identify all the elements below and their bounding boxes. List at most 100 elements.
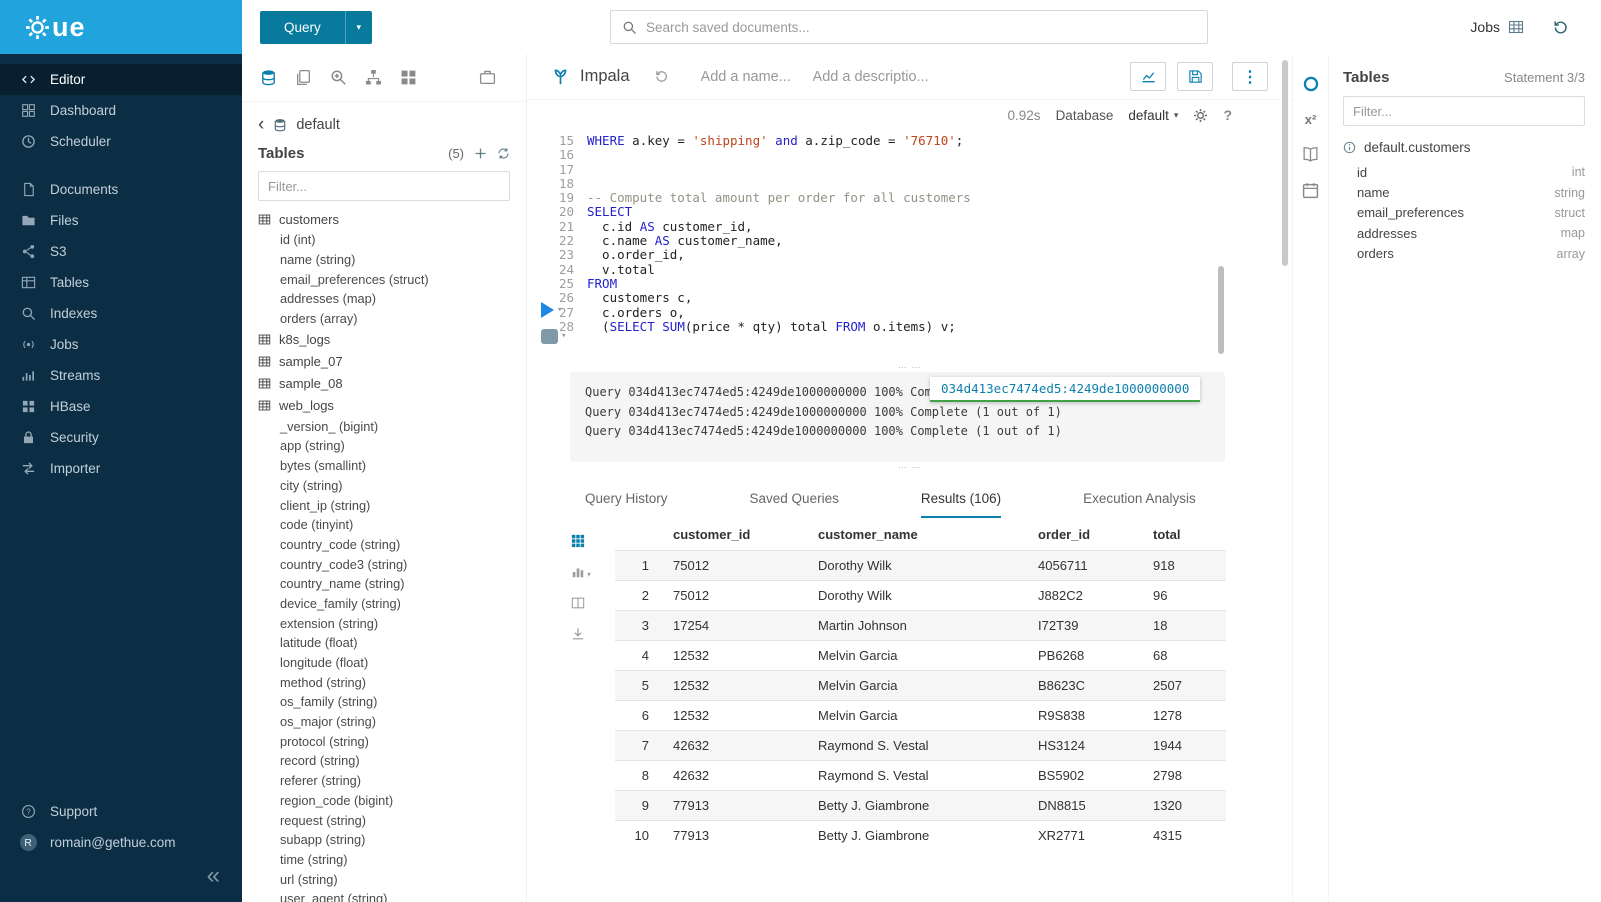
tree-column[interactable]: user_agent (string) — [258, 889, 526, 902]
tab-saved-queries[interactable]: Saved Queries — [750, 491, 839, 518]
jobs-link[interactable]: Jobs — [1470, 19, 1524, 35]
tree-column[interactable]: orders (array) — [258, 309, 526, 329]
tab-results-106[interactable]: Results (106) — [921, 491, 1001, 518]
table-row[interactable]: 1077913Betty J. GiambroneXR27714315 — [615, 821, 1226, 851]
query-dropdown-button[interactable]: ▾ — [345, 11, 372, 44]
database-name[interactable]: default — [296, 117, 340, 133]
right-column-id[interactable]: idint — [1357, 162, 1585, 182]
resize-handle-bottom[interactable] — [527, 462, 1292, 472]
snippet-type-icon[interactable] — [541, 329, 558, 344]
tree-column[interactable]: app (string) — [258, 436, 526, 456]
tab-execution-analysis[interactable]: Execution Analysis — [1083, 491, 1196, 518]
documents-source-icon[interactable] — [295, 69, 312, 86]
right-column-name[interactable]: namestring — [1357, 182, 1585, 202]
search-input[interactable] — [646, 20, 1196, 35]
table-row[interactable]: 317254Martin JohnsonI72T3918 — [615, 611, 1226, 641]
editor-scrollbar[interactable] — [1218, 266, 1224, 354]
add-table-icon[interactable] — [474, 147, 487, 160]
refresh-icon[interactable] — [497, 147, 510, 160]
nav-item-editor[interactable]: Editor — [0, 64, 242, 95]
tree-column[interactable]: client_ip (string) — [258, 495, 526, 515]
query-name-input[interactable] — [701, 69, 797, 85]
tree-column[interactable]: email_preferences (struct) — [258, 269, 526, 289]
query-id-highlight[interactable]: 034d413ec7474ed5:4249de1000000000 — [930, 377, 1200, 402]
tree-column[interactable]: latitude (float) — [258, 633, 526, 653]
download-icon[interactable] — [571, 627, 601, 641]
nav-item-support[interactable]: ? Support — [0, 796, 242, 827]
tree-column[interactable]: bytes (smallint) — [258, 456, 526, 476]
table-row[interactable]: 175012Dorothy Wilk4056711918 — [615, 551, 1226, 581]
tree-column[interactable]: region_code (bigint) — [258, 791, 526, 811]
nav-item-hbase[interactable]: HBase — [0, 391, 242, 422]
tree-column[interactable]: url (string) — [258, 869, 526, 889]
grid-view-icon[interactable] — [571, 534, 601, 548]
chart-view-icon[interactable] — [571, 565, 585, 579]
collapse-sidebar-button[interactable]: « — [0, 858, 242, 888]
assist-filter-input[interactable] — [258, 171, 510, 201]
nav-item-indexes[interactable]: Indexes — [0, 298, 242, 329]
assist-toggle-icon[interactable] — [1302, 75, 1320, 93]
tree-table-sample-08[interactable]: sample_08 — [258, 372, 526, 394]
sitemap-icon[interactable] — [365, 69, 382, 86]
nav-item-streams[interactable]: Streams — [0, 360, 242, 391]
snippet-dropdown-icon[interactable]: ▾ — [561, 329, 566, 343]
nav-item-scheduler[interactable]: Scheduler — [0, 126, 242, 157]
execute-dropdown-icon[interactable]: ▾ — [557, 303, 562, 317]
tree-column[interactable]: device_family (string) — [258, 594, 526, 614]
apps-grid-icon[interactable] — [400, 69, 417, 86]
history-icon[interactable] — [1552, 19, 1569, 36]
column-header-order-id[interactable]: order_id — [1032, 518, 1147, 551]
tree-column[interactable]: id (int) — [258, 230, 526, 250]
nav-item-dashboard[interactable]: Dashboard — [0, 95, 242, 126]
tree-column[interactable]: code (tinyint) — [258, 515, 526, 535]
search-plus-icon[interactable] — [330, 69, 347, 86]
tree-column[interactable]: addresses (map) — [258, 289, 526, 309]
tree-column[interactable]: longitude (float) — [258, 653, 526, 673]
right-column-addresses[interactable]: addressesmap — [1357, 223, 1585, 243]
right-filter-input[interactable] — [1343, 96, 1585, 126]
query-history-icon[interactable] — [654, 69, 669, 84]
panel-scrollbar[interactable] — [1282, 60, 1288, 266]
tab-query-history[interactable]: Query History — [585, 491, 668, 518]
active-table[interactable]: default.customers — [1343, 140, 1585, 155]
query-description-input[interactable] — [813, 69, 949, 85]
tree-column[interactable]: subapp (string) — [258, 830, 526, 850]
nav-item-jobs[interactable]: Jobs — [0, 329, 242, 360]
tree-table-k8s-logs[interactable]: k8s_logs — [258, 328, 526, 350]
functions-icon[interactable]: x² — [1305, 112, 1317, 127]
more-actions-button[interactable]: ⋮ — [1232, 62, 1268, 91]
database-select[interactable]: default ▾ — [1128, 108, 1178, 123]
tree-column[interactable]: _version_ (bigint) — [258, 416, 526, 436]
tree-table-sample-07[interactable]: sample_07 — [258, 350, 526, 372]
table-row[interactable]: 275012Dorothy WilkJ882C296 — [615, 581, 1226, 611]
query-button[interactable]: Query — [260, 11, 345, 44]
nav-item-importer[interactable]: Importer — [0, 453, 242, 484]
nav-item-files[interactable]: Files — [0, 205, 242, 236]
save-button[interactable] — [1177, 62, 1213, 91]
sql-source-icon[interactable] — [260, 69, 277, 86]
tree-table-web-logs[interactable]: web_logs — [258, 394, 526, 416]
help-icon[interactable]: ? — [1223, 107, 1232, 123]
tree-column[interactable]: country_code (string) — [258, 535, 526, 555]
tree-column[interactable]: country_name (string) — [258, 574, 526, 594]
table-row[interactable]: 842632Raymond S. VestalBS59022798 — [615, 761, 1226, 791]
table-row[interactable]: 742632Raymond S. VestalHS31241944 — [615, 731, 1226, 761]
right-column-orders[interactable]: ordersarray — [1357, 244, 1585, 264]
nav-item-user[interactable]: R romain@gethue.com — [0, 827, 242, 858]
schedule-icon[interactable] — [1302, 182, 1319, 199]
tree-column[interactable]: extension (string) — [258, 613, 526, 633]
tree-column[interactable]: os_family (string) — [258, 692, 526, 712]
table-row[interactable]: 412532Melvin GarciaPB626868 — [615, 641, 1226, 671]
tree-column[interactable]: os_major (string) — [258, 712, 526, 732]
tree-column[interactable]: request (string) — [258, 810, 526, 830]
hue-logo[interactable]: ue — [24, 14, 86, 41]
right-column-email-preferences[interactable]: email_preferencesstruct — [1357, 203, 1585, 223]
tree-column[interactable]: city (string) — [258, 476, 526, 496]
settings-gear-icon[interactable] — [1193, 108, 1208, 123]
tree-column[interactable]: time (string) — [258, 850, 526, 870]
nav-item-s3[interactable]: S3 — [0, 236, 242, 267]
tree-column[interactable]: protocol (string) — [258, 731, 526, 751]
execute-button[interactable] — [541, 302, 554, 318]
tree-column[interactable]: method (string) — [258, 672, 526, 692]
chart-button[interactable] — [1130, 62, 1166, 91]
